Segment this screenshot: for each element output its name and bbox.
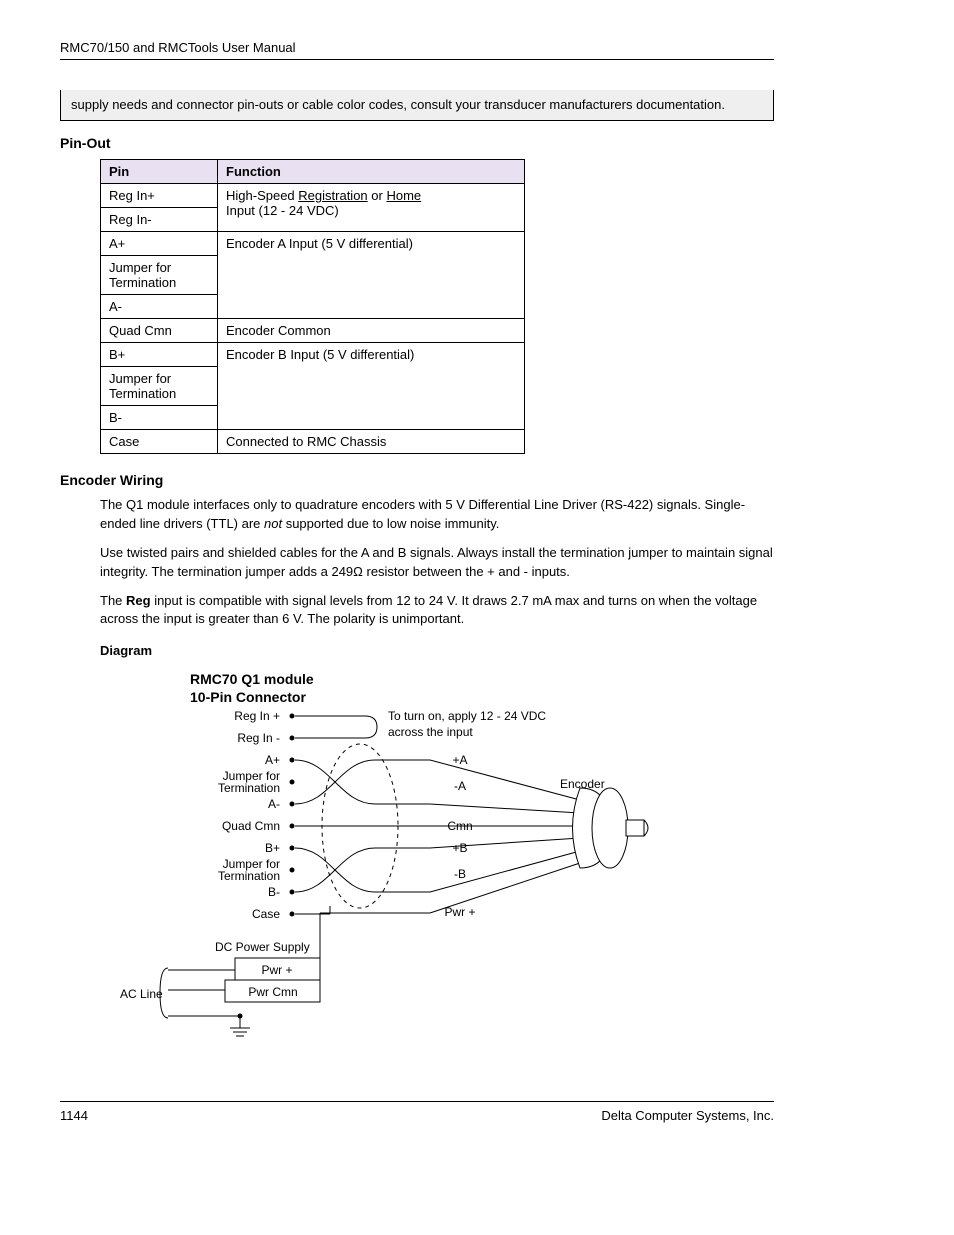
cell-pin: B+ — [101, 343, 218, 367]
encoder-p2: Use twisted pairs and shielded cables fo… — [100, 544, 774, 582]
pinout-table: Pin Function Reg In+ High-Speed Registra… — [100, 159, 525, 454]
cell-func: Encoder Common — [218, 319, 525, 343]
svg-text:Reg In -: Reg In - — [237, 731, 280, 745]
page-footer: 1144 Delta Computer Systems, Inc. — [60, 1101, 774, 1123]
svg-text:B-: B- — [268, 885, 280, 899]
page-header: RMC70/150 and RMCTools User Manual — [60, 40, 774, 60]
svg-text:B+: B+ — [265, 841, 280, 855]
table-row: A+ Encoder A Input (5 V differential) — [101, 232, 525, 256]
diagram-heading: Diagram — [100, 643, 774, 658]
th-pin: Pin — [101, 160, 218, 184]
svg-text:+A: +A — [452, 753, 467, 767]
cell-pin: Jumper for Termination — [101, 256, 218, 295]
svg-text:A+: A+ — [265, 753, 280, 767]
table-row: Reg In+ High-Speed Registration or Home … — [101, 184, 525, 208]
cell-func: Encoder A Input (5 V differential) — [218, 232, 525, 319]
header-title: RMC70/150 and RMCTools User Manual — [60, 40, 296, 55]
svg-text:Pwr +: Pwr + — [261, 963, 292, 977]
svg-text:Encoder: Encoder — [560, 777, 605, 791]
cell-func: High-Speed Registration or Home Input (1… — [218, 184, 525, 232]
svg-text:Case: Case — [252, 907, 280, 921]
svg-text:Termination: Termination — [218, 781, 280, 795]
svg-text:across the input: across the input — [388, 725, 473, 739]
encoder-p1: The Q1 module interfaces only to quadrat… — [100, 496, 774, 534]
svg-text:A-: A- — [268, 797, 280, 811]
diag-title1: RMC70 Q1 module — [190, 671, 314, 687]
cell-pin: B- — [101, 406, 218, 430]
svg-text:-A: -A — [454, 779, 466, 793]
pin-labels: Reg In + Reg In - A+ Jumper for Terminat… — [218, 709, 295, 921]
cell-pin: A+ — [101, 232, 218, 256]
svg-text:To turn on, apply 12 - 24 VDC: To turn on, apply 12 - 24 VDC — [388, 709, 546, 723]
svg-text:Reg In +: Reg In + — [234, 709, 280, 723]
svg-text:Termination: Termination — [218, 869, 280, 883]
cell-pin: Case — [101, 430, 218, 454]
cell-pin: Reg In- — [101, 208, 218, 232]
page-number: 1144 — [60, 1108, 88, 1123]
encoder-icon — [573, 788, 649, 868]
cell-pin: Quad Cmn — [101, 319, 218, 343]
diag-title2: 10-Pin Connector — [190, 689, 306, 705]
pinout-heading: Pin-Out — [60, 135, 774, 151]
cell-pin: Reg In+ — [101, 184, 218, 208]
svg-text:DC Power Supply: DC Power Supply — [215, 940, 310, 954]
cell-func: Encoder B Input (5 V differential) — [218, 343, 525, 430]
encoder-heading: Encoder Wiring — [60, 472, 774, 488]
svg-text:+B: +B — [452, 841, 467, 855]
note-text: supply needs and connector pin-outs or c… — [71, 97, 725, 112]
cell-func: Connected to RMC Chassis — [218, 430, 525, 454]
svg-text:-B: -B — [454, 867, 466, 881]
table-row: Quad Cmn Encoder Common — [101, 319, 525, 343]
wiring-diagram: RMC70 Q1 module 10-Pin Connector Reg In … — [110, 668, 774, 1071]
table-row: Case Connected to RMC Chassis — [101, 430, 525, 454]
th-function: Function — [218, 160, 525, 184]
svg-text:Quad Cmn: Quad Cmn — [222, 819, 280, 833]
table-row: B+ Encoder B Input (5 V differential) — [101, 343, 525, 367]
svg-text:Pwr Cmn: Pwr Cmn — [248, 985, 297, 999]
encoder-p3: The Reg input is compatible with signal … — [100, 592, 774, 630]
cell-pin: Jumper for Termination — [101, 367, 218, 406]
footer-company: Delta Computer Systems, Inc. — [601, 1108, 774, 1123]
cell-pin: A- — [101, 295, 218, 319]
note-box: supply needs and connector pin-outs or c… — [60, 90, 774, 121]
svg-text:AC Line: AC Line — [120, 987, 163, 1001]
